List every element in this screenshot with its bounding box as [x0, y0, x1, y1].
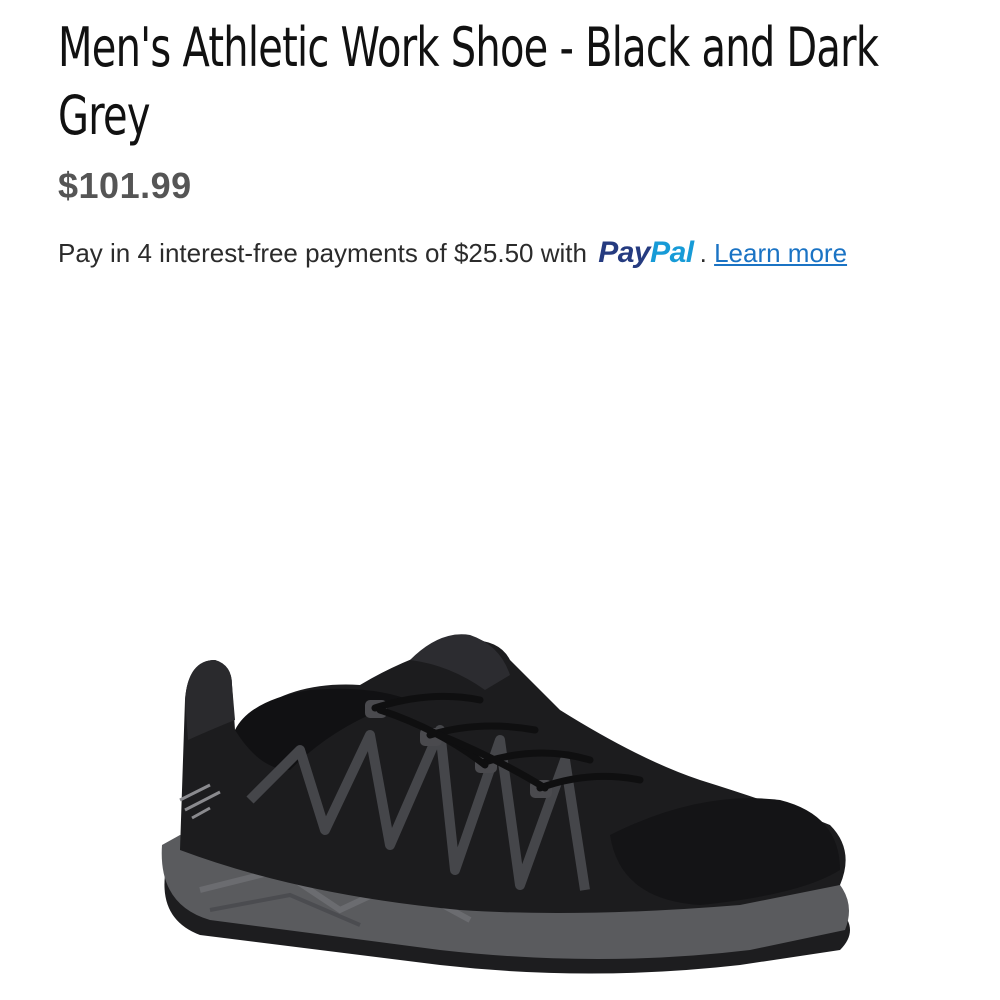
product-price: $101.99	[58, 165, 192, 206]
paypal-installment-message: Pay in 4 interest-free payments of $25.5…	[58, 236, 847, 270]
paypal-logo: PayPal	[598, 236, 694, 269]
installment-text: Pay in 4 interest-free payments of $25.5…	[58, 238, 587, 268]
learn-more-link[interactable]: Learn more	[714, 238, 847, 268]
separator-dot: .	[699, 238, 707, 268]
paypal-logo-pal: Pal	[650, 236, 694, 269]
product-title: Men's Athletic Work Shoe - Black and Dar…	[58, 16, 879, 147]
paypal-logo-pay: Pay	[598, 236, 651, 269]
product-image[interactable]	[140, 620, 880, 1000]
